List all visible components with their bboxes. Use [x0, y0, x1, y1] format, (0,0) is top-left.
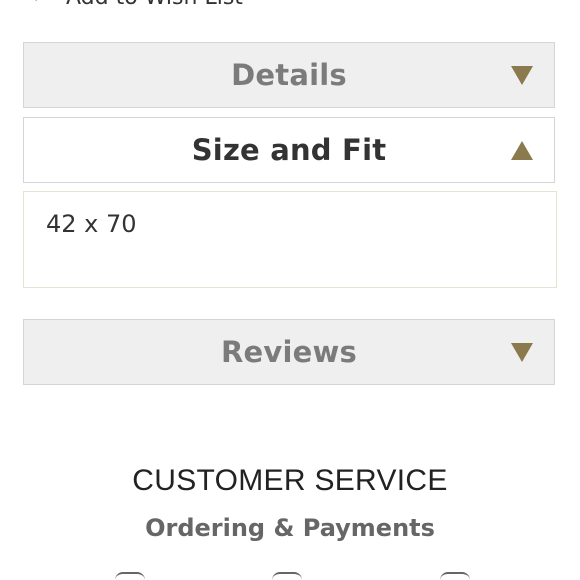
- reviews-accordion-header[interactable]: Reviews: [23, 319, 555, 385]
- ordering-payments-link[interactable]: Ordering & Payments: [0, 514, 580, 542]
- product-page: ♥ Add to Wish List Details Size and Fit …: [0, 0, 580, 580]
- size-value: 42 x 70: [46, 210, 137, 238]
- size-fit-content: 42 x 70: [23, 191, 557, 288]
- social-icon[interactable]: [440, 572, 470, 580]
- caret-up-icon: [511, 140, 533, 160]
- social-icon[interactable]: [272, 572, 302, 580]
- details-accordion-header[interactable]: Details: [23, 42, 555, 108]
- caret-down-icon: [511, 65, 533, 85]
- wishlist-label: Add to Wish List: [66, 0, 243, 10]
- details-title: Details: [231, 58, 347, 92]
- size-fit-title: Size and Fit: [191, 133, 387, 167]
- social-icon[interactable]: [115, 572, 145, 580]
- add-to-wishlist-link[interactable]: ♥ Add to Wish List: [30, 0, 243, 10]
- size-fit-accordion-header[interactable]: Size and Fit: [23, 117, 555, 183]
- reviews-title: Reviews: [221, 335, 357, 369]
- social-icons-row: [0, 572, 580, 580]
- caret-down-icon: [511, 342, 533, 362]
- heart-icon: ♥: [30, 0, 44, 4]
- customer-service-heading: CUSTOMER SERVICE: [132, 464, 448, 497]
